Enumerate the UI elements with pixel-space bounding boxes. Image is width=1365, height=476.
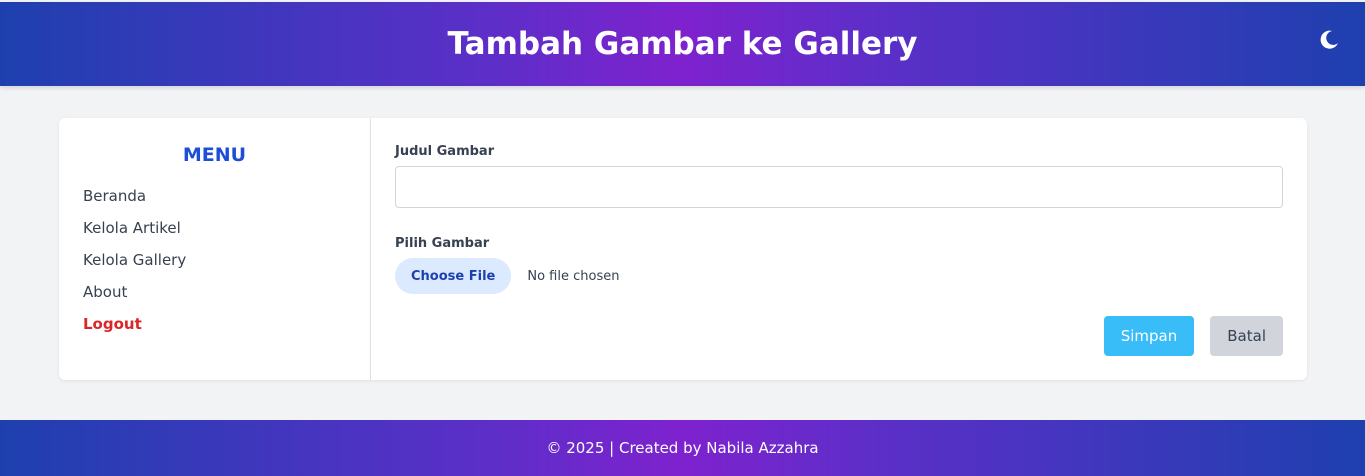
sidebar-item-about[interactable]: About [83, 276, 346, 308]
page-title: Tambah Gambar ke Gallery [447, 26, 918, 62]
form-actions: Simpan Batal [1103, 316, 1283, 356]
upload-form: Judul Gambar Pilih Gambar Choose File No… [371, 118, 1307, 380]
main-layout: MENU Beranda Kelola Artikel Kelola Galle… [59, 118, 1307, 380]
file-status-text: No file chosen [527, 268, 620, 284]
page-header: Tambah Gambar ke Gallery [0, 2, 1365, 86]
menu-title: MENU [182, 144, 247, 166]
sidebar-item-kelola-artikel[interactable]: Kelola Artikel [83, 212, 346, 244]
footer-text: © 2025 | Created by Nabila Azzahra [546, 439, 819, 457]
title-input[interactable] [395, 166, 1283, 208]
cancel-button[interactable]: Batal [1210, 316, 1283, 356]
moon-icon[interactable] [1317, 28, 1341, 52]
title-field-label: Judul Gambar [395, 144, 495, 159]
save-button[interactable]: Simpan [1103, 316, 1195, 356]
menu-list: Beranda Kelola Artikel Kelola Gallery Ab… [83, 180, 346, 340]
sidebar-item-logout[interactable]: Logout [83, 308, 346, 340]
sidebar-item-beranda[interactable]: Beranda [83, 180, 346, 212]
sidebar: MENU Beranda Kelola Artikel Kelola Galle… [59, 118, 371, 380]
choose-file-button[interactable]: Choose File [395, 258, 512, 294]
image-field-label: Pilih Gambar [395, 236, 490, 251]
page-footer: © 2025 | Created by Nabila Azzahra [0, 420, 1365, 476]
file-picker: Choose File No file chosen [395, 258, 1283, 294]
sidebar-item-kelola-gallery[interactable]: Kelola Gallery [83, 244, 346, 276]
